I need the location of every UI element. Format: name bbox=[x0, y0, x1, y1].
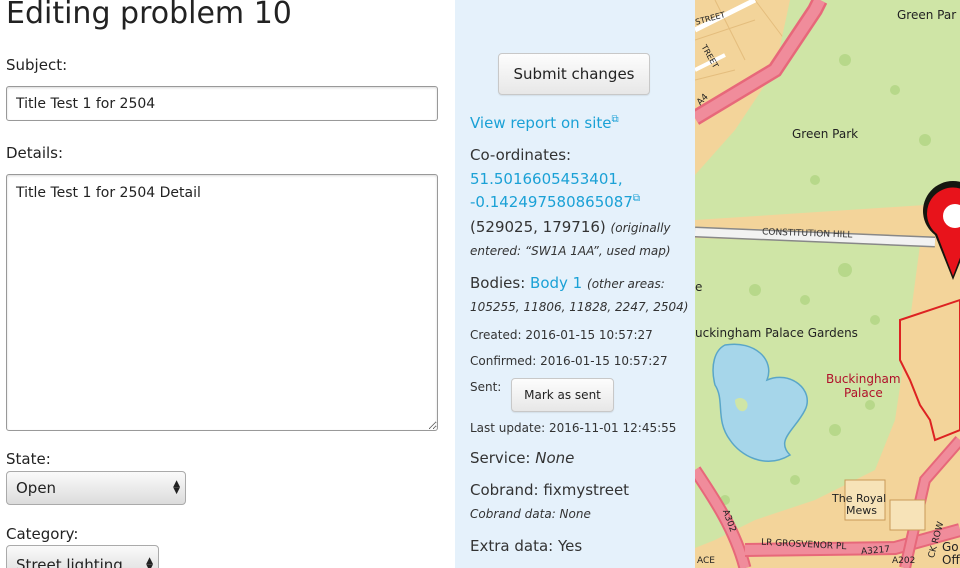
bodies-row: Bodies: Body 1 (other areas: bbox=[470, 274, 665, 292]
bodies-note-2: 105255, 11806, 11828, 2247, 2504) bbox=[470, 300, 689, 314]
state-select[interactable]: Open ▲ ▼ bbox=[6, 471, 186, 505]
bodies-note-1: (other areas: bbox=[587, 277, 665, 291]
report-info-panel: Submit changes View report on site⧉ Co-o… bbox=[455, 0, 695, 568]
extra-data: Extra data: Yes bbox=[470, 537, 583, 555]
map-label: Palace bbox=[844, 386, 883, 400]
coordinates-lat-link[interactable]: 51.5016605453401, bbox=[470, 170, 623, 188]
bodies-label: Bodies: bbox=[470, 274, 526, 292]
submit-changes-button[interactable]: Submit changes bbox=[498, 53, 650, 95]
category-select[interactable]: Street lighting ▲▼ bbox=[6, 545, 159, 568]
page-title: Editing problem 10 bbox=[6, 0, 292, 31]
sent-label: Sent: bbox=[470, 380, 502, 394]
state-label: State: bbox=[6, 450, 51, 468]
coordinates-grid-row: (529025, 179716) (originally bbox=[470, 218, 671, 236]
subject-label: Subject: bbox=[6, 56, 68, 74]
view-report-row: View report on site⧉ bbox=[470, 114, 619, 132]
confirmed-date: Confirmed: 2016-01-15 10:57:27 bbox=[470, 354, 668, 368]
coordinates-label: Co-ordinates: bbox=[470, 146, 572, 164]
external-link-icon: ⧉ bbox=[611, 114, 619, 125]
map-label: Off bbox=[942, 553, 960, 567]
map-label: Green Park bbox=[792, 127, 859, 141]
category-select-value: Street lighting bbox=[16, 556, 123, 568]
category-label: Category: bbox=[6, 525, 79, 543]
map-label: e bbox=[695, 280, 703, 294]
service-row: Service: None bbox=[470, 449, 574, 467]
view-report-link[interactable]: View report on site bbox=[470, 114, 612, 132]
cobrand-data: Cobrand data: None bbox=[470, 507, 591, 521]
details-textarea[interactable]: Title Test 1 for 2504 Detail bbox=[6, 174, 438, 431]
created-date: Created: 2016-01-15 10:57:27 bbox=[470, 328, 653, 342]
coordinates-note-2: entered: “SW1A 1AA”, used map) bbox=[470, 244, 671, 258]
map-label: Green Par bbox=[897, 8, 957, 22]
mark-as-sent-button[interactable]: Mark as sent bbox=[511, 378, 614, 412]
map-label: Buckingham bbox=[826, 372, 901, 386]
map-label: A202 bbox=[892, 556, 916, 566]
service-value: None bbox=[535, 449, 575, 467]
coordinates-lat-row: 51.5016605453401, bbox=[470, 170, 623, 188]
map-label: Go bbox=[942, 540, 959, 554]
select-arrows-icon: ▲▼ bbox=[173, 479, 180, 496]
cobrand-row: Cobrand: fixmystreet bbox=[470, 481, 630, 499]
body-1-link[interactable]: Body 1 bbox=[530, 274, 582, 292]
map-pin-icon[interactable] bbox=[913, 180, 960, 290]
map-label: Mews bbox=[846, 504, 877, 517]
select-arrows-icon: ▲▼ bbox=[146, 556, 153, 568]
last-update-date: Last update: 2016-11-01 12:45:55 bbox=[470, 421, 677, 435]
edit-form: Editing problem 10 Subject: Details: Tit… bbox=[0, 0, 455, 568]
coordinates-lon-link[interactable]: -0.142497580865087 bbox=[470, 193, 633, 211]
report-map[interactable]: Green Par Green Park CONSTITUTION HILL u… bbox=[695, 0, 960, 568]
coordinates-grid: (529025, 179716) bbox=[470, 218, 606, 236]
coordinates-lon-row: -0.142497580865087⧉ bbox=[470, 193, 640, 211]
subject-input[interactable] bbox=[6, 86, 438, 121]
external-link-icon: ⧉ bbox=[632, 193, 641, 204]
service-label: Service: bbox=[470, 449, 531, 467]
coordinates-note-1: (originally bbox=[610, 221, 671, 235]
map-label: uckingham Palace Gardens bbox=[695, 326, 858, 340]
details-label: Details: bbox=[6, 144, 64, 162]
state-select-value: Open bbox=[16, 479, 57, 497]
map-label: ACE bbox=[697, 556, 715, 566]
